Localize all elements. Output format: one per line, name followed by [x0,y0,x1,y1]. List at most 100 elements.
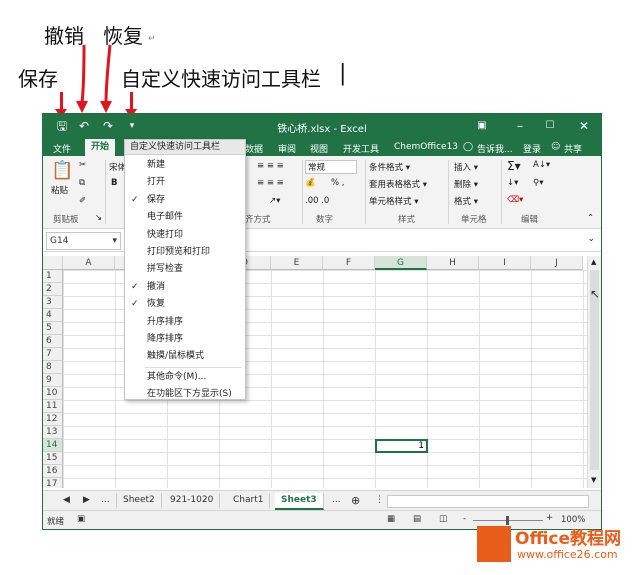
insert-button[interactable]: 插入 ▾ [454,161,478,173]
tab-view[interactable]: 视图 [310,142,328,155]
align-top-icon[interactable]: ≡ ≡ ≡ [257,161,284,171]
format-painter-icon[interactable]: ✐ [79,196,86,206]
menu-item[interactable]: 拼写检查 [125,261,245,278]
row-header[interactable]: 6 [43,335,63,348]
name-box[interactable]: G14 ▾ [46,232,121,250]
decimal-icon[interactable]: .00 .0 [305,196,329,206]
menu-item[interactable]: 打开 [125,174,245,191]
conditional-format-button[interactable]: 条件格式 ▾ [369,161,410,173]
percent-button[interactable]: % , [331,178,344,188]
column-header[interactable]: H [427,256,479,270]
column-header[interactable]: J [531,256,583,270]
minimize-icon[interactable]: – [511,117,529,135]
menu-item[interactable]: 新建 [125,157,245,174]
tell-me-box[interactable]: 告诉我... [477,142,513,155]
tab-file[interactable]: 文件 [53,142,71,155]
menu-item[interactable]: ✓ 保存 [125,192,245,209]
next-sheet-icon[interactable]: ▶ [77,493,96,508]
collapse-ribbon-icon[interactable]: ⌃ [587,213,594,223]
autosum-icon[interactable]: Σ▾ [507,159,521,173]
sheet-tab-sheet3[interactable]: Sheet3 [275,493,324,510]
ribbon-display-icon[interactable]: ▣ [473,117,491,135]
selected-cell[interactable]: 1 [375,439,428,453]
maximize-icon[interactable]: ☐ [541,117,559,135]
sheet-nav-dots[interactable]: ... [95,493,117,508]
row-header[interactable]: 9 [43,374,63,387]
column-header[interactable]: G [375,256,427,270]
menu-item[interactable]: 降序排序 [125,331,245,348]
row-header[interactable]: 15 [43,452,63,465]
delete-button[interactable]: 删除 ▾ [454,178,478,190]
horizontal-scrollbar[interactable] [387,495,589,508]
row-header[interactable]: 8 [43,361,63,374]
menu-item[interactable]: 打印预览和打印 [125,244,245,261]
row-header[interactable]: 4 [43,309,63,322]
sort-filter-icon[interactable]: A↓▾ [533,160,550,170]
row-header[interactable]: 7 [43,348,63,361]
row-header[interactable]: 10 [43,387,63,400]
tab-developer[interactable]: 开发工具 [343,142,379,155]
sheet-tab-chart1[interactable]: Chart1 [227,493,271,508]
column-header[interactable]: A [63,256,115,270]
tab-review[interactable]: 审阅 [278,142,296,155]
tab-home[interactable]: 开始 [85,139,116,156]
close-icon[interactable]: ✕ [575,117,593,135]
menu-item[interactable]: 在功能区下方显示(S) [125,386,245,403]
clipboard-icon[interactable]: 📋 [51,160,73,181]
select-all[interactable] [43,256,63,270]
copy-icon[interactable]: ⧉ [79,178,85,188]
sheet-tab-921[interactable]: 921-1020 [164,493,221,508]
menu-item[interactable]: 升序排序 [125,314,245,331]
share-button[interactable]: 共享 [564,142,582,155]
menu-item[interactable]: ✓ 恢复 [125,296,245,313]
macro-record-icon[interactable]: ▣ [77,514,85,524]
orientation-icon[interactable]: ↗▾ [269,196,280,206]
row-header[interactable]: 14 [43,439,63,452]
row-header[interactable]: 13 [43,426,63,439]
column-header[interactable]: I [479,256,531,270]
currency-icon[interactable]: 💰 [305,178,316,188]
tab-data[interactable]: 数据 [245,142,263,155]
format-button[interactable]: 格式 ▾ [454,195,478,207]
login-link[interactable]: 登录 [523,142,541,155]
dialog-launcher-icon[interactable]: ↘ [95,213,102,223]
zoom-out-button[interactable]: - [463,514,466,524]
normal-view-icon[interactable]: ▦ [387,514,395,524]
zoom-in-button[interactable]: + [546,513,553,523]
scroll-down-icon[interactable]: ▼ [591,476,596,484]
menu-item[interactable]: 电子邮件 [125,209,245,226]
page-break-icon[interactable]: ◫ [439,514,447,524]
menu-item[interactable]: 触摸/鼠标模式 [125,348,245,365]
row-header[interactable]: 16 [43,465,63,478]
fill-icon[interactable]: ↓▾ [507,178,518,188]
paste-button[interactable]: 粘贴 [51,184,68,196]
more-sheets[interactable]: ... [326,493,347,508]
row-header[interactable]: 3 [43,296,63,309]
expand-formula-icon[interactable]: ⌄ [587,234,595,244]
row-header[interactable]: 2 [43,283,63,296]
add-sheet-button[interactable]: ⊕ [345,493,366,508]
row-header[interactable]: 11 [43,400,63,413]
row-header[interactable]: 5 [43,322,63,335]
row-header[interactable]: 12 [43,413,63,426]
tab-chemoffice[interactable]: ChemOffice13 [394,142,458,152]
column-header[interactable]: F [323,256,375,270]
cell-style-button[interactable]: 单元格样式 ▾ [369,195,418,207]
row-header[interactable]: 17 [43,478,63,488]
menu-item[interactable]: 快速打印 [125,227,245,244]
prev-sheet-icon[interactable]: ◀ [57,493,76,508]
row-header[interactable]: 1 [43,270,63,283]
column-header[interactable]: E [271,256,323,270]
sheet-tab-sheet2[interactable]: Sheet2 [117,493,162,508]
bold-button[interactable]: B [111,178,117,188]
menu-item[interactable]: ✓ 撤消 [125,279,245,296]
scroll-up-icon[interactable]: ▲ [591,258,596,266]
number-format-select[interactable]: 常规 [305,160,357,174]
table-format-button[interactable]: 套用表格格式 ▾ [369,178,427,190]
menu-item[interactable]: 其他命令(M)... [125,369,245,386]
align-left-icon[interactable]: ≡ ≡ ≡ [257,178,284,188]
find-icon[interactable]: ⚲▾ [533,178,544,188]
clear-icon[interactable]: ⌫▾ [507,195,523,205]
page-layout-icon[interactable]: ▤ [413,514,421,524]
cut-icon[interactable]: ✂ [79,160,86,170]
